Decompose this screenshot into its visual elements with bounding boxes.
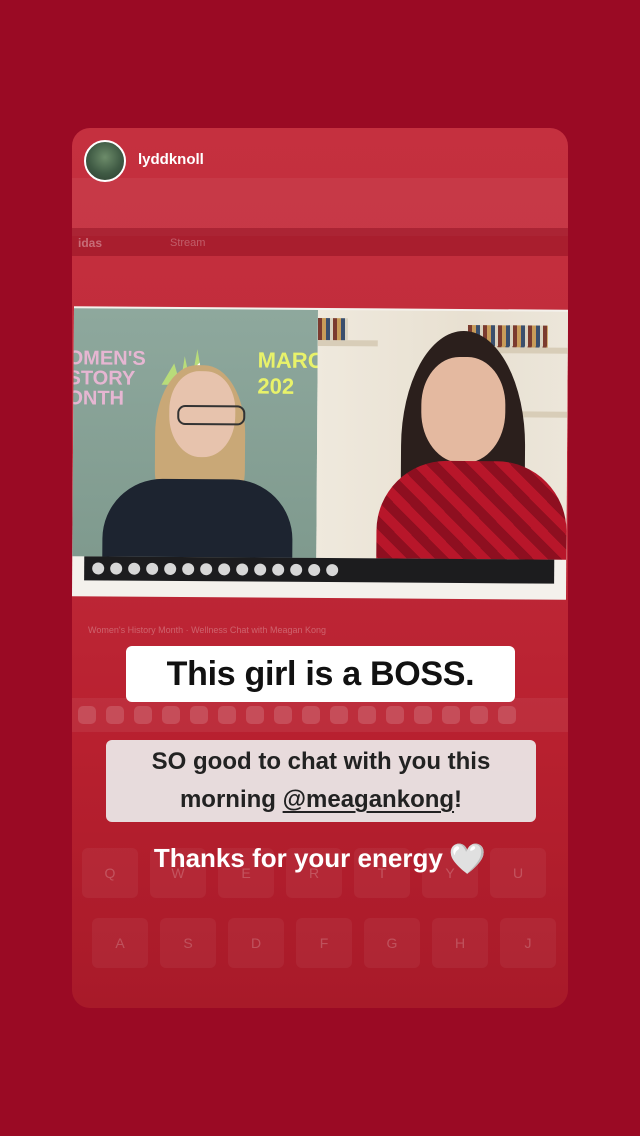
thanks-text: Thanks for your energy 🤍 — [72, 842, 568, 877]
participant-body — [102, 478, 293, 558]
banner-text-right: MARC 202 — [257, 347, 318, 399]
participant-thumb[interactable] — [272, 563, 285, 576]
app-icon — [78, 706, 96, 724]
app-icon — [498, 706, 516, 724]
mention-link[interactable]: @meagankong — [283, 786, 454, 813]
app-icon — [386, 706, 404, 724]
video-call-panel: OMEN'S STORY ONTH MARC 202 — [71, 306, 569, 600]
app-icon — [330, 706, 348, 724]
app-icon — [218, 706, 236, 724]
participant-thumb[interactable] — [128, 562, 141, 575]
app-icon — [470, 706, 488, 724]
books — [317, 317, 348, 341]
app-icon — [162, 706, 180, 724]
shelf — [317, 339, 378, 347]
participant-body — [376, 460, 567, 560]
app-icon — [442, 706, 460, 724]
participant-strip — [84, 556, 555, 584]
brand-text: idas — [78, 236, 103, 250]
key: J — [500, 918, 556, 968]
glasses — [177, 405, 246, 426]
participant-face — [420, 356, 506, 464]
tab-row — [72, 228, 568, 256]
key: A — [92, 918, 148, 968]
app-icon — [414, 706, 432, 724]
app-icon — [106, 706, 124, 724]
participant-thumb[interactable] — [254, 563, 267, 576]
app-icon — [134, 706, 152, 724]
message-line-2: morning @meagankong! — [106, 781, 536, 819]
key: D — [228, 918, 284, 968]
participant-thumb[interactable] — [218, 563, 231, 576]
heart-icon: 🤍 — [448, 843, 487, 876]
message-sticker: SO good to chat with you this morning @m… — [106, 740, 536, 822]
app-icon — [302, 706, 320, 724]
avatar[interactable] — [84, 140, 126, 182]
key: G — [364, 918, 420, 968]
participant-thumb[interactable] — [290, 563, 303, 576]
participant-thumb[interactable] — [110, 562, 123, 575]
participant-thumb[interactable] — [308, 563, 321, 577]
participant-thumb[interactable] — [182, 563, 195, 576]
thanks-label: Thanks for your energy — [153, 843, 443, 873]
participant-thumb[interactable] — [326, 564, 339, 577]
video-caption: Women's History Month · Wellness Chat wi… — [88, 625, 326, 635]
participant-tile-right — [316, 309, 568, 560]
stream-label: Stream — [170, 237, 206, 249]
message-suffix: ! — [454, 786, 463, 813]
message-prefix: morning — [179, 786, 283, 813]
username[interactable]: lyddknoll — [138, 151, 204, 168]
app-icon — [274, 706, 292, 724]
key: H — [432, 918, 488, 968]
participant-tile-left: OMEN'S STORY ONTH MARC 202 — [72, 308, 318, 558]
app-icon — [246, 706, 264, 724]
key: F — [296, 918, 352, 968]
headline-sticker: This girl is a BOSS. — [126, 646, 515, 702]
app-icon — [190, 706, 208, 724]
participant-thumb[interactable] — [200, 563, 213, 576]
participant-thumb[interactable] — [164, 562, 177, 575]
key: S — [160, 918, 216, 968]
participant-thumb[interactable] — [236, 563, 249, 576]
dock — [72, 698, 568, 732]
participant-thumb[interactable] — [92, 562, 105, 575]
participant-thumb[interactable] — [146, 562, 159, 575]
message-line-1: SO good to chat with you this — [151, 748, 491, 775]
headline-text: This girl is a BOSS. — [166, 654, 475, 693]
app-icon — [358, 706, 376, 724]
banner-text-left: OMEN'S STORY ONTH — [72, 347, 146, 410]
